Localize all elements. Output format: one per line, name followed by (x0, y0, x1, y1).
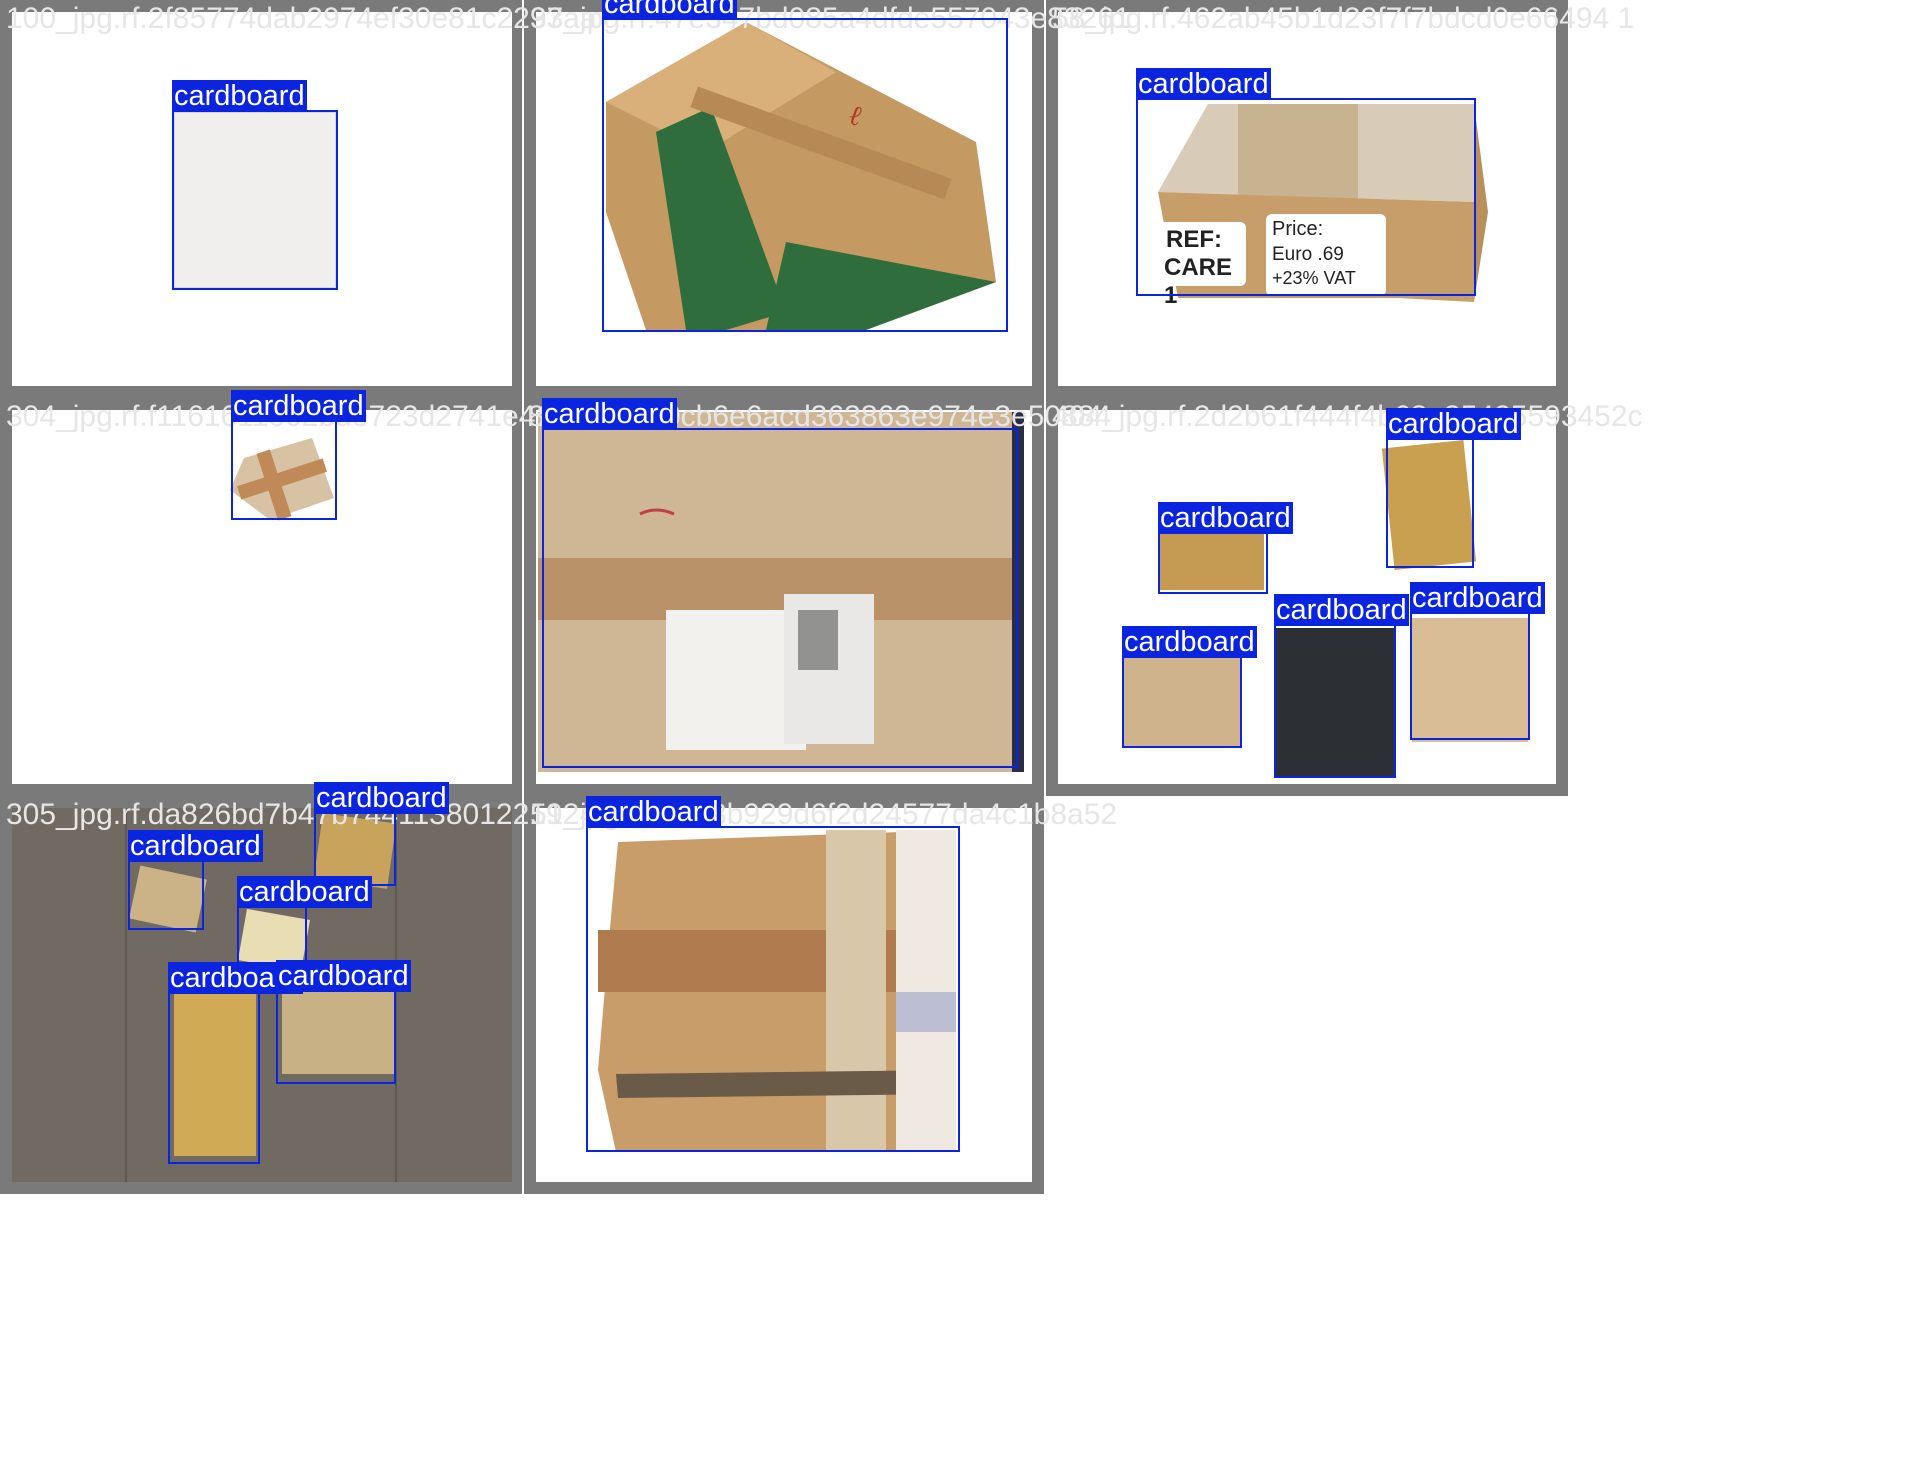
detection-label: cardboard (172, 80, 307, 112)
image-tile[interactable]: ℓ 33_jpg.rf.47e347bd085a4dfde557043e8326… (524, 0, 1131, 398)
detection-box: cardboard (237, 876, 372, 968)
detection-label: cardboard (1410, 582, 1545, 614)
image-tile[interactable]: 404_jpg.rf.2d2b61f444f4b68a35425593452c … (1046, 398, 1643, 796)
image-filename: 404_jpg.rf.2d2b61f444f4b68a35425593452c (1052, 400, 1643, 433)
detection-label: cardboard (602, 0, 737, 20)
detection-box: cardboard (586, 796, 960, 1152)
detection-box: cardboard (168, 962, 303, 1164)
detection-label: cardboard (1136, 68, 1271, 100)
detection-box: cardboard (128, 830, 263, 930)
detection-box: cardboard (314, 782, 449, 886)
image-tile[interactable]: 51_jpg 3b929d6f2d24577da4c1b8a52 cardboa… (524, 796, 1117, 1194)
image-tile[interactable]: 304_jpg.rf.f1161611002bde723d2741e41fb3c… (0, 390, 625, 796)
image-tile[interactable]: 58_jpg.rf.462ab45b1d23f7f7bdcd0e66494 1 … (1046, 0, 1634, 398)
detection-box: cardboard (231, 390, 366, 520)
image-filename: 305_jpg.rf.da826bd7b47b744113801221924a (6, 798, 613, 831)
image-filename: 58_jpg.rf.462ab45b1d23f7f7bdcd0e66494 1 (1052, 2, 1635, 35)
detection-label: cardboard (231, 390, 366, 422)
detection-box: cardboard (1386, 408, 1521, 568)
detection-label: cardboard (1274, 594, 1409, 626)
tile-photo (12, 808, 512, 1182)
detection-box: cardboard (276, 960, 411, 1084)
detection-box: cardboard (1158, 502, 1293, 594)
detection-label: cardboard (128, 830, 263, 862)
detection-label: cardboard (237, 876, 372, 908)
detection-box: cardboard (1410, 582, 1545, 740)
detection-results-grid: 100_jpg.rf.2f85774dab2974ef30e81c2297aa … (0, 0, 1920, 1464)
detection-box: cardboard (1136, 68, 1476, 296)
detection-label: cardboard (276, 960, 411, 992)
detection-box: cardboard (542, 398, 1018, 768)
detection-label: cardboard (314, 782, 449, 814)
image-tile[interactable]: 100_jpg.rf.2f85774dab2974ef30e81c2297aa … (0, 0, 597, 398)
image-tile[interactable]: 8 0cb6e6acd363863e974e3e50884 cardboard (524, 398, 1111, 796)
detection-label: cardboard (542, 398, 677, 430)
detection-box: cardboard (1122, 626, 1257, 748)
detection-label: cardboard (586, 796, 721, 828)
detection-label: cardboard (1122, 626, 1257, 658)
image-filename: 100_jpg.rf.2f85774dab2974ef30e81c2297aa (6, 2, 597, 35)
detection-box: cardboard (172, 80, 338, 290)
detection-box: cardboard (602, 0, 1008, 332)
detection-label: cardboard (1158, 502, 1293, 534)
detection-label: cardboard (1386, 408, 1521, 440)
image-tile[interactable]: 305_jpg.rf.da826bd7b47b744113801221924a … (0, 782, 613, 1194)
detection-box: cardboard (1274, 594, 1409, 778)
boxes-on-floor-image (12, 808, 512, 1182)
